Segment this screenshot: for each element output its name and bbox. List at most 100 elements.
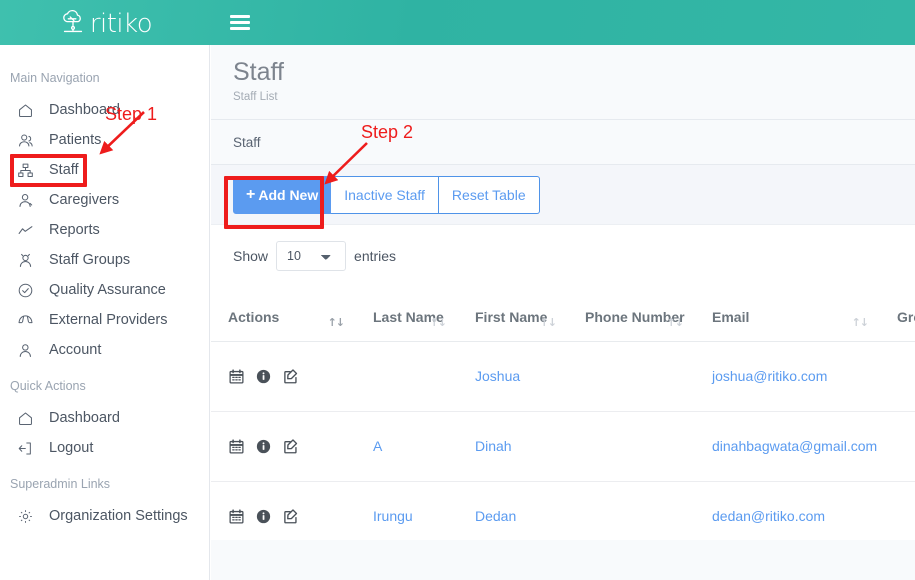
edit-square-icon[interactable] bbox=[282, 507, 300, 525]
calendar-icon[interactable] bbox=[228, 438, 245, 455]
inactive-staff-button[interactable]: Inactive Staff bbox=[331, 176, 439, 214]
cell-email[interactable]: dinahbagwata@gmail.com bbox=[695, 411, 880, 481]
info-circle-icon[interactable] bbox=[255, 508, 272, 525]
sidebar-item-external-providers[interactable]: External Providers bbox=[0, 305, 209, 335]
page-header: Staff Staff List bbox=[211, 45, 915, 120]
sidebar-item-label: Dashboard bbox=[49, 102, 120, 118]
add-new-label: Add New bbox=[258, 187, 318, 203]
cell-first-name[interactable]: Joshua bbox=[458, 341, 568, 411]
cell-group[interactable] bbox=[880, 481, 915, 540]
cell-actions bbox=[211, 481, 356, 540]
sidebar-item-label: Staff Groups bbox=[49, 252, 130, 268]
user-group-icon bbox=[16, 131, 34, 149]
sidebar-item-label: Organization Settings bbox=[49, 508, 188, 524]
reset-table-button[interactable]: Reset Table bbox=[439, 176, 540, 214]
cell-phone-number[interactable] bbox=[568, 481, 695, 540]
staff-table-card: Show 102550100 entries Actions ↑↓ bbox=[211, 225, 915, 540]
cell-last-name[interactable]: A bbox=[356, 411, 458, 481]
sidebar-item-label: Dashboard bbox=[49, 410, 120, 426]
sidebar-item-patients[interactable]: Patients bbox=[0, 125, 209, 155]
sidebar-section-heading-superadmin: Superadmin Links bbox=[0, 463, 209, 501]
sidebar-item-label: Quality Assurance bbox=[49, 282, 166, 298]
cell-email[interactable]: dedan@ritiko.com bbox=[695, 481, 880, 540]
main-content: Staff Staff List Staff + Add New Inactiv… bbox=[211, 45, 915, 580]
check-circle-icon bbox=[16, 281, 34, 299]
column-header-email[interactable]: Email ↑↓ bbox=[695, 285, 880, 341]
sidebar-item-quality-assurance[interactable]: Quality Assurance bbox=[0, 275, 209, 305]
sidebar-item-label: External Providers bbox=[49, 312, 167, 328]
cell-first-name[interactable]: Dinah bbox=[458, 411, 568, 481]
chart-line-icon bbox=[16, 221, 34, 239]
home-icon bbox=[16, 409, 34, 427]
sidebar-section-heading-quick: Quick Actions bbox=[0, 365, 209, 403]
top-navbar: ritiko bbox=[0, 0, 915, 45]
sidebar-item-staff-groups[interactable]: Staff Groups bbox=[0, 245, 209, 275]
sort-icon[interactable]: ↑↓ bbox=[852, 316, 868, 329]
sort-icon[interactable]: ↑↓ bbox=[328, 316, 344, 329]
sidebar-item-label: Caregivers bbox=[49, 192, 119, 208]
user-nurse-icon bbox=[16, 191, 34, 209]
cell-last-name[interactable] bbox=[356, 341, 458, 411]
column-header-actions[interactable]: Actions ↑↓ bbox=[211, 285, 356, 341]
sort-icon[interactable]: ↑↓ bbox=[667, 316, 683, 329]
sidebar-item-label: Staff bbox=[49, 162, 79, 178]
sidebar-item-label: Patients bbox=[49, 132, 101, 148]
info-circle-icon[interactable] bbox=[255, 438, 272, 455]
datatable-length-control: Show 102550100 entries bbox=[211, 225, 915, 271]
column-label: Email bbox=[712, 307, 870, 329]
sidebar-item-quick-dashboard[interactable]: Dashboard bbox=[0, 403, 209, 433]
cell-group[interactable] bbox=[880, 411, 915, 481]
brand-logo-area[interactable]: ritiko bbox=[0, 0, 210, 45]
column-header-last-name[interactable]: Last Name ↑↓ bbox=[356, 285, 458, 341]
sidebar-item-dashboard[interactable]: Dashboard bbox=[0, 95, 209, 125]
sign-out-icon bbox=[16, 439, 34, 457]
table-row[interactable]: A Dinah dinahbagwata@gmail.com bbox=[211, 411, 915, 481]
column-header-first-name[interactable]: First Name ↑↓ bbox=[458, 285, 568, 341]
users-crown-icon bbox=[16, 251, 34, 269]
table-row[interactable]: Irungu Dedan dedan@ritiko.com bbox=[211, 481, 915, 540]
entries-label: entries bbox=[354, 248, 396, 264]
cell-phone-number[interactable] bbox=[568, 411, 695, 481]
sidebar-item-staff[interactable]: Staff bbox=[0, 155, 209, 185]
cell-last-name[interactable]: Irungu bbox=[356, 481, 458, 540]
handshake-icon bbox=[16, 311, 34, 329]
page-subtitle: Staff List bbox=[233, 91, 915, 103]
table-row[interactable]: Joshua joshua@ritiko.com bbox=[211, 341, 915, 411]
sort-icon[interactable]: ↑↓ bbox=[430, 316, 446, 329]
plus-icon: + bbox=[246, 186, 255, 204]
cell-email[interactable]: joshua@ritiko.com bbox=[695, 341, 880, 411]
sidebar-item-label: Reports bbox=[49, 222, 100, 238]
cell-phone-number[interactable] bbox=[568, 341, 695, 411]
toolbar-button-group: + Add New Inactive Staff Reset Table bbox=[233, 176, 540, 214]
page-length-select[interactable]: 102550100 bbox=[276, 241, 346, 271]
column-header-group[interactable]: Group bbox=[880, 285, 915, 341]
sidebar-item-organization-settings[interactable]: Organization Settings bbox=[0, 501, 209, 531]
sidebar: Main Navigation Dashboard Patients Staff… bbox=[0, 45, 210, 580]
calendar-icon[interactable] bbox=[228, 368, 245, 385]
cell-actions bbox=[211, 341, 356, 411]
edit-square-icon[interactable] bbox=[282, 367, 300, 385]
sidebar-item-reports[interactable]: Reports bbox=[0, 215, 209, 245]
sidebar-item-caregivers[interactable]: Caregivers bbox=[0, 185, 209, 215]
info-circle-icon[interactable] bbox=[255, 368, 272, 385]
hamburger-icon[interactable] bbox=[230, 8, 256, 38]
breadcrumb-item-staff[interactable]: Staff bbox=[233, 135, 261, 150]
calendar-icon[interactable] bbox=[228, 508, 245, 525]
page-title: Staff bbox=[233, 59, 915, 87]
column-header-phone-number[interactable]: Phone Number ↑↓ bbox=[568, 285, 695, 341]
cell-group[interactable] bbox=[880, 341, 915, 411]
gear-icon bbox=[16, 507, 34, 525]
cloud-network-icon bbox=[58, 8, 88, 38]
home-icon bbox=[16, 101, 34, 119]
sidebar-item-logout[interactable]: Logout bbox=[0, 433, 209, 463]
add-new-button[interactable]: + Add New bbox=[233, 176, 331, 214]
sidebar-section-heading-main: Main Navigation bbox=[0, 63, 209, 95]
sidebar-item-label: Logout bbox=[49, 440, 93, 456]
sidebar-item-account[interactable]: Account bbox=[0, 335, 209, 365]
table-header-row: Actions ↑↓ Last Name ↑↓ First Name ↑↓ bbox=[211, 285, 915, 341]
breadcrumb: Staff bbox=[211, 120, 915, 165]
sort-icon[interactable]: ↑↓ bbox=[540, 316, 556, 329]
edit-square-icon[interactable] bbox=[282, 437, 300, 455]
cell-first-name[interactable]: Dedan bbox=[458, 481, 568, 540]
sidebar-item-label: Account bbox=[49, 342, 101, 358]
